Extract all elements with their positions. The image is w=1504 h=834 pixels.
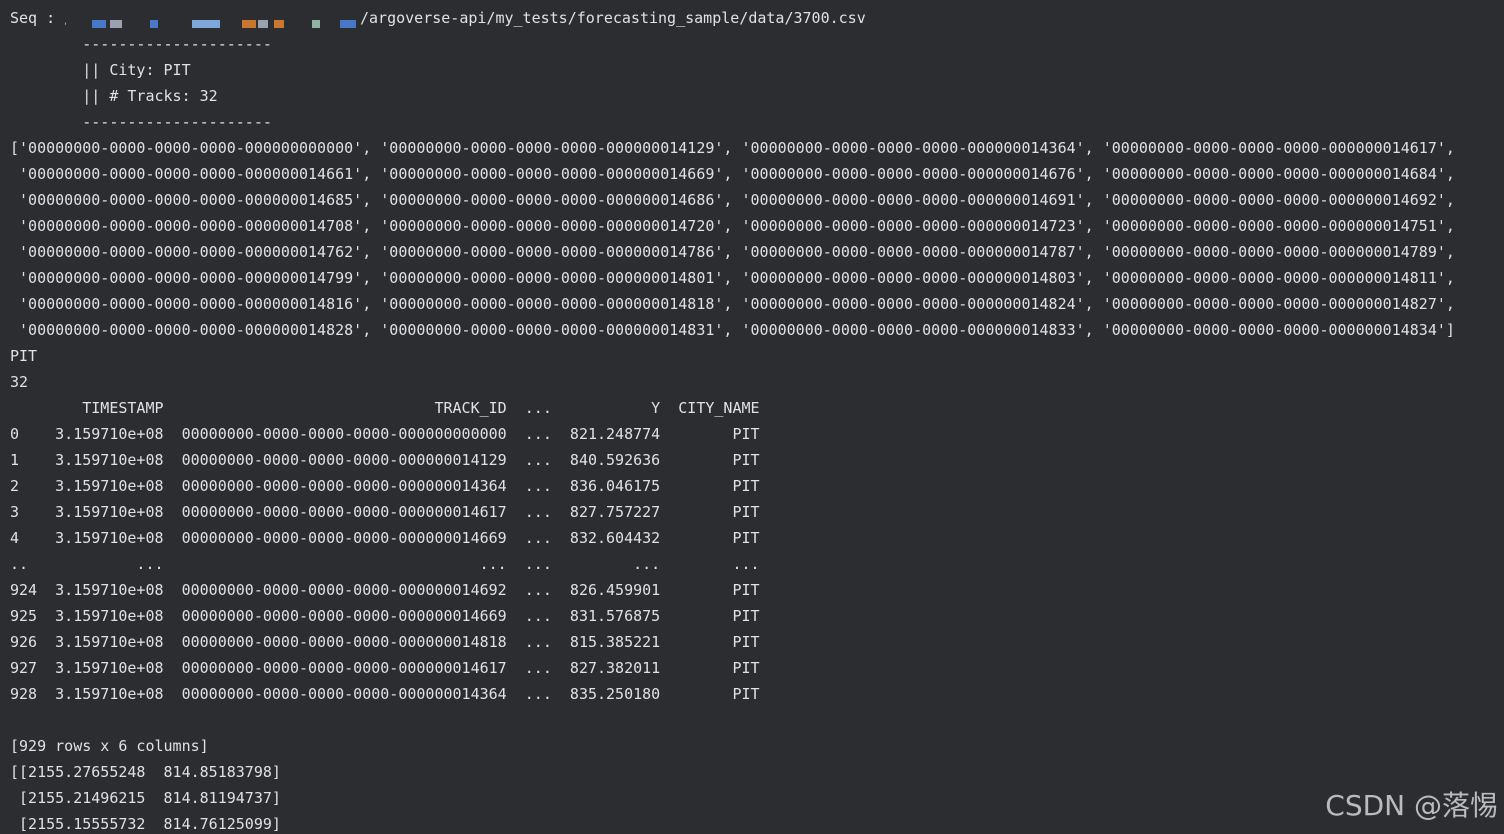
track-id-list-line: '00000000-0000-0000-0000-000000014661', …: [10, 165, 1455, 183]
track-id-list-line: '00000000-0000-0000-0000-000000014828', …: [10, 321, 1455, 339]
track-id-list-line: '00000000-0000-0000-0000-000000014708', …: [10, 217, 1455, 235]
divider-top: ---------------------: [10, 35, 272, 53]
dataframe-row: 927 3.159710e+08 00000000-0000-0000-0000…: [10, 659, 760, 677]
city-line: || City: PIT: [10, 61, 191, 79]
seq-path-line: Seq : /: [10, 5, 73, 31]
seq-prefix: Seq : /: [10, 9, 74, 27]
dataframe-row: 924 3.159710e+08 00000000-0000-0000-0000…: [10, 581, 760, 599]
array-output-line: [2155.15555732 814.76125099]: [10, 815, 281, 833]
dataframe-row: 1 3.159710e+08 00000000-0000-0000-0000-0…: [10, 451, 760, 469]
run-console-output[interactable]: Seq : / /argoverse-api/my_tests/forecast…: [0, 0, 1504, 834]
tracks-line: || # Tracks: 32: [10, 87, 218, 105]
track-count-output: 32: [10, 373, 29, 391]
dataframe-ellipsis-row: .. ... ... ... ... ...: [10, 555, 760, 573]
dataframe-shape: [929 rows x 6 columns]: [10, 737, 209, 755]
divider-bottom: ---------------------: [10, 113, 272, 131]
dataframe-row: 925 3.159710e+08 00000000-0000-0000-0000…: [10, 607, 760, 625]
csdn-watermark: CSDN @落惕: [1325, 789, 1498, 822]
track-id-list-line: '00000000-0000-0000-0000-000000014762', …: [10, 243, 1455, 261]
dataframe-row: 4 3.159710e+08 00000000-0000-0000-0000-0…: [10, 529, 760, 547]
array-output-line: [[2155.27655248 814.85183798]: [10, 763, 281, 781]
redacted-path-segment: [66, 6, 358, 30]
dataframe-row: 2 3.159710e+08 00000000-0000-0000-0000-0…: [10, 477, 760, 495]
track-id-list-line: '00000000-0000-0000-0000-000000014685', …: [10, 191, 1455, 209]
track-id-list-line: ['00000000-0000-0000-0000-000000000000',…: [10, 139, 1455, 157]
city-value-output: PIT: [10, 347, 38, 365]
dataframe-row: 926 3.159710e+08 00000000-0000-0000-0000…: [10, 633, 760, 651]
array-output-line: [2155.21496215 814.81194737]: [10, 789, 281, 807]
dataframe-row: 928 3.159710e+08 00000000-0000-0000-0000…: [10, 685, 760, 703]
dataframe-row: 3 3.159710e+08 00000000-0000-0000-0000-0…: [10, 503, 760, 521]
track-id-list-line: '00000000-0000-0000-0000-000000014816', …: [10, 295, 1455, 313]
dataframe-row: 0 3.159710e+08 00000000-0000-0000-0000-0…: [10, 425, 760, 443]
dataframe-header: TIMESTAMP TRACK_ID ... Y CITY_NAME: [10, 399, 760, 417]
track-id-list-line: '00000000-0000-0000-0000-000000014799', …: [10, 269, 1455, 287]
seq-path-suffix: /argoverse-api/my_tests/forecasting_samp…: [360, 9, 866, 27]
